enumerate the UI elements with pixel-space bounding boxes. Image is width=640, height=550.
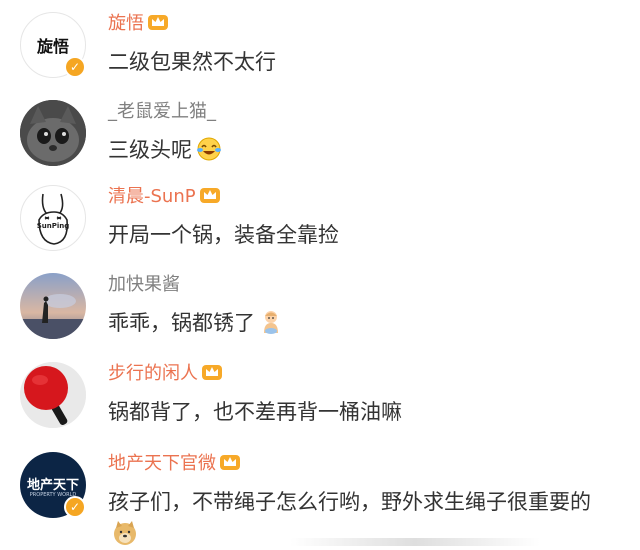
comment-item: 步行的闲人 锅都背了，也不差再背一桶油嘛 bbox=[0, 353, 640, 441]
avatar[interactable] bbox=[20, 362, 86, 428]
comment-text: 开局一个锅，装备全靠捡 bbox=[108, 223, 339, 247]
avatar-logo-text: 旋悟 bbox=[36, 37, 69, 56]
comment-item: 加快果酱 乖乖，锅都锈了 bbox=[0, 264, 640, 352]
comment-item: SunPing 清晨-SunP 开局一个锅，装备全靠捡 bbox=[0, 176, 640, 264]
comment-item: _老鼠爱上猫_ 三级头呢 bbox=[0, 91, 640, 179]
comment-text-content: 孩子们，不带绳子怎么行哟，野外求生绳子很重要的 bbox=[108, 490, 591, 514]
comment-text: 锅都背了，也不差再背一桶油嘛 bbox=[108, 400, 402, 424]
username[interactable]: 旋悟 bbox=[108, 12, 169, 39]
avatar[interactable] bbox=[20, 100, 86, 166]
avatar-logo-text: SunPing bbox=[36, 222, 70, 230]
comment-text: 乖乖，锅都锈了 bbox=[108, 307, 283, 339]
verified-badge-icon: ✓ bbox=[64, 56, 86, 78]
username-text[interactable]: 地产天下官微 bbox=[108, 453, 216, 474]
vip-crown-icon bbox=[147, 12, 169, 39]
username-text[interactable]: 步行的闲人 bbox=[108, 363, 198, 384]
comment-text: 三级头呢 bbox=[108, 134, 222, 166]
comment-text: 二级包果然不太行 bbox=[108, 50, 276, 74]
sunset-photo-icon bbox=[20, 273, 86, 339]
laughing-tears-emoji bbox=[196, 136, 222, 162]
username[interactable]: 加快果酱 bbox=[108, 273, 180, 297]
avatar-logo-text: 地产天下 bbox=[26, 478, 79, 493]
comment-item: 地产天下 PROPERTY WORLD ✓ 地产天下官微 孩子们，不带绳子怎么行… bbox=[0, 443, 640, 549]
username[interactable]: 步行的闲人 bbox=[108, 362, 223, 389]
comment-text-content: 三级头呢 bbox=[108, 138, 192, 162]
username-text[interactable]: 清晨-SunP bbox=[108, 186, 196, 207]
comment-item: 旋悟 ✓ 旋悟 二级包果然不太行 bbox=[0, 3, 640, 91]
avatar[interactable] bbox=[20, 273, 86, 339]
vip-crown-icon bbox=[201, 362, 223, 389]
avatar[interactable]: SunPing bbox=[20, 185, 86, 251]
baby-sitting-emoji bbox=[259, 309, 283, 335]
doge-emoji bbox=[112, 520, 138, 546]
username[interactable]: _老鼠爱上猫_ bbox=[108, 100, 216, 124]
username[interactable]: 地产天下官微 bbox=[108, 452, 241, 479]
vip-crown-icon bbox=[199, 185, 221, 212]
comment-text-content: 乖乖，锅都锈了 bbox=[108, 311, 255, 335]
ping-pong-paddle-icon bbox=[20, 362, 86, 428]
username-text[interactable]: 旋悟 bbox=[108, 13, 144, 34]
verified-badge-icon: ✓ bbox=[64, 496, 86, 518]
vip-crown-icon bbox=[219, 452, 241, 479]
rabbit-doodle-icon bbox=[38, 193, 69, 245]
username[interactable]: 清晨-SunP bbox=[108, 185, 221, 212]
watermark-blur bbox=[290, 538, 540, 546]
cat-photo-icon bbox=[20, 100, 86, 166]
